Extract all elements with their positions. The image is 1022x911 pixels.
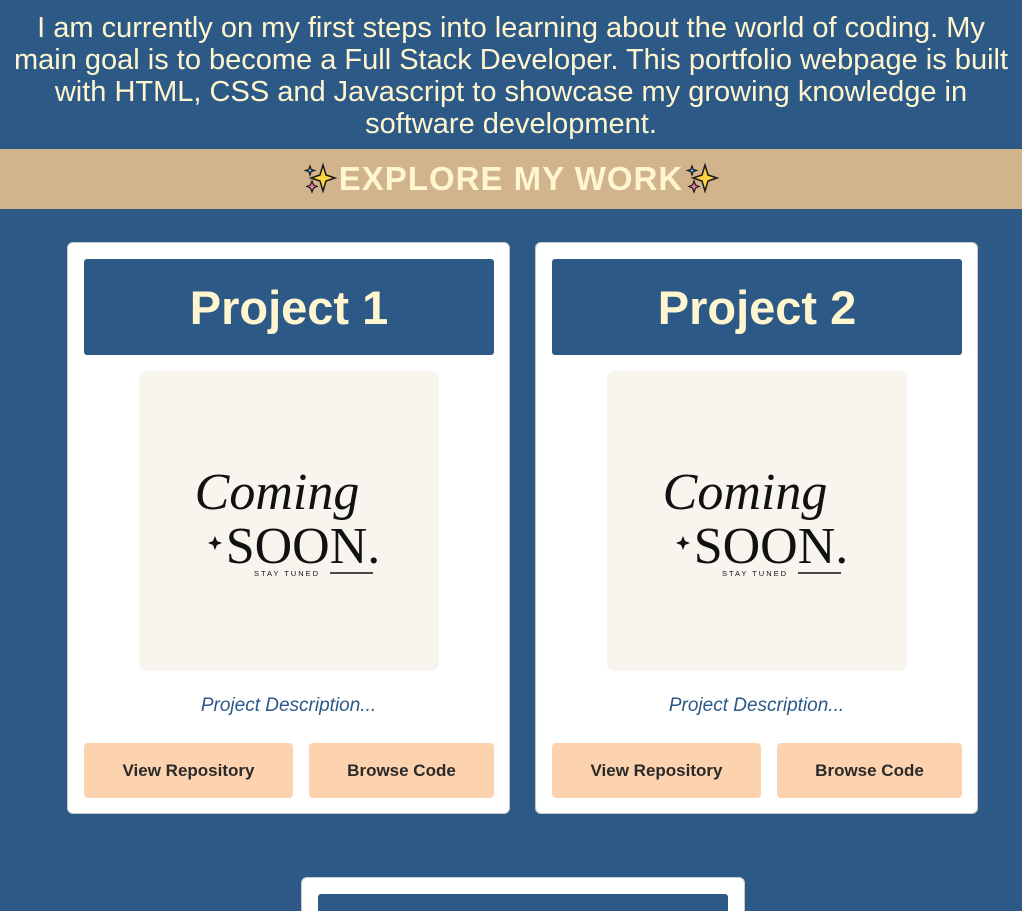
image-tagline: STAY TUNED: [722, 569, 788, 578]
image-line1: Coming: [663, 464, 828, 521]
browse-code-button[interactable]: Browse Code: [309, 743, 494, 798]
intro-section: I am currently on my first steps into le…: [0, 0, 1022, 149]
project-description: Project Description...: [668, 695, 845, 716]
explore-title: EXPLORE MY WORK: [338, 160, 684, 197]
browse-code-button[interactable]: Browse Code: [777, 743, 962, 798]
project-image: Coming SOON. STAY TUNED: [607, 371, 907, 671]
sparkles-icon: [303, 162, 337, 194]
explore-banner: EXPLORE MY WORK: [0, 149, 1022, 209]
intro-text: I am currently on my first steps into le…: [13, 12, 1009, 140]
view-repository-button[interactable]: View Repository: [84, 743, 293, 798]
image-line1: Coming: [195, 464, 360, 521]
image-line2: SOON.: [694, 518, 849, 575]
project-title-box: Project 2: [552, 259, 962, 355]
image-tagline: STAY TUNED: [254, 569, 320, 578]
project-image: Coming SOON. STAY TUNED: [139, 371, 439, 671]
project-title: Project 2: [657, 280, 857, 334]
coming-soon-image: Coming SOON. STAY TUNED: [663, 464, 849, 578]
sparkles-icon: [685, 162, 720, 194]
project-card-2: Project 2 Coming SOON. STAY TUNED Projec…: [535, 242, 978, 814]
projects-section: Project 1 Coming SOON. STAY TUNED Projec…: [0, 209, 1022, 911]
project-card-1: Project 1 Coming SOON. STAY TUNED Projec…: [67, 242, 510, 814]
star-icon: [676, 536, 690, 550]
image-line2: SOON.: [226, 518, 381, 575]
view-repository-button[interactable]: View Repository: [552, 743, 761, 798]
project-card-3: [301, 877, 745, 911]
project-title-box: Project 1: [84, 259, 494, 355]
project-description: Project Description...: [200, 695, 377, 716]
coming-soon-image: Coming SOON. STAY TUNED: [195, 464, 381, 578]
star-icon: [208, 536, 222, 550]
project-title: Project 1: [189, 280, 389, 334]
project-title-box: [318, 894, 728, 911]
